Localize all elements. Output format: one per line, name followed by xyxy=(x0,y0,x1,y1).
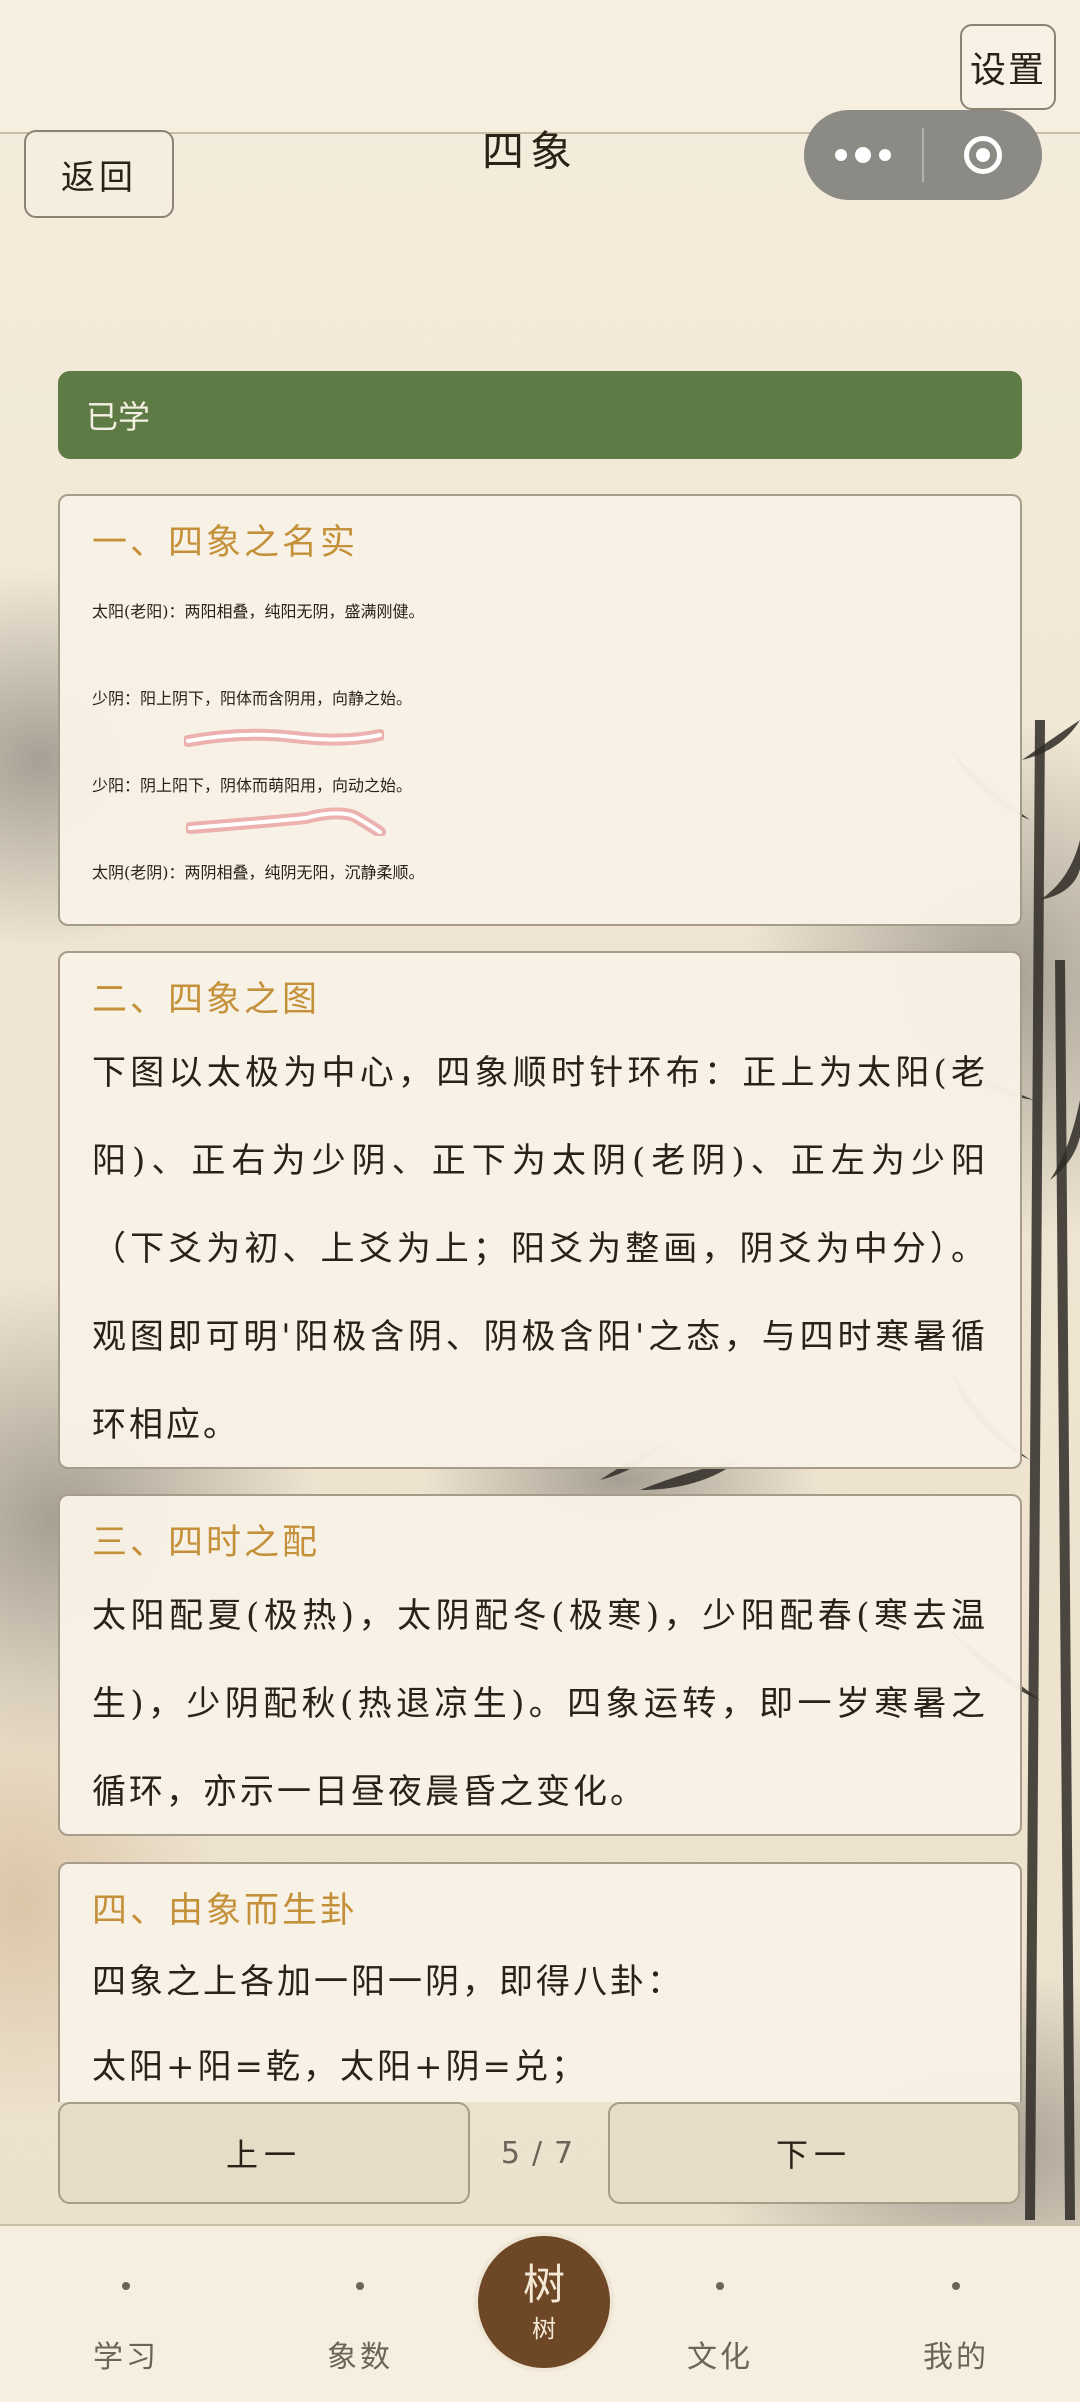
miniprogram-capsule xyxy=(804,110,1042,200)
more-menu-button[interactable] xyxy=(804,110,922,200)
tab-tree-center-button[interactable]: 树 树 xyxy=(474,2232,614,2372)
learned-status-label: 已学 xyxy=(86,398,151,436)
section-line: 四象之上各加一阳一阴，即得八卦： xyxy=(92,1962,684,2002)
prev-page-button[interactable]: 上一 xyxy=(58,2102,470,2204)
settings-button[interactable]: 设置 xyxy=(960,24,1056,110)
more-icon xyxy=(835,149,847,161)
section-line: 太阴(老阴)：两阴相叠，纯阴无阳，沉静柔顺。 xyxy=(92,863,425,882)
target-close-icon xyxy=(964,136,1002,174)
section-heading: 一、四象之名实 xyxy=(92,523,359,563)
tab-dot-icon xyxy=(356,2282,364,2290)
next-page-button[interactable]: 下一 xyxy=(608,2102,1020,2204)
section-paragraph: 下图以太极为中心，四象顺时针环布：正上为太阳(老阳)、正右为少阴、正下为太阴(老… xyxy=(92,1053,988,1445)
section-line: 太阳(老阳)：两阳相叠，纯阳无阴，盛满刚健。 xyxy=(92,602,425,621)
tab-mine[interactable]: 我的 xyxy=(886,2226,1026,2402)
section-heading: 二、四象之图 xyxy=(92,980,321,1020)
tab-dot-icon xyxy=(952,2282,960,2290)
section-line: 少阴：阳上阴下，阳体而含阴用，向静之始。 xyxy=(92,655,988,747)
tab-dot-icon xyxy=(122,2282,130,2290)
section-paragraph: 太阳配夏(极热)，太阴配冬(极寒)，少阳配春(寒去温生)，少阴配秋(热退凉生)。… xyxy=(92,1596,988,1812)
tab-culture[interactable]: 文化 xyxy=(650,2226,790,2402)
tab-study[interactable]: 学习 xyxy=(56,2226,196,2402)
back-button[interactable]: 返回 xyxy=(24,130,174,218)
section-line: 少阳：阴上阳下，阴体而萌阳用，向动之始。 xyxy=(92,742,988,836)
highlight-underline-marker xyxy=(186,807,386,836)
section-card-trigrams: 四、由象而生卦 四象之上各加一阳一阴，即得八卦： 太阳+阳=乾，太阳+阴=兑； xyxy=(58,1862,1022,2102)
learned-status-bar: 已学 xyxy=(58,371,1022,459)
section-heading: 四、由象而生卦 xyxy=(92,1891,359,1931)
section-heading: 三、四时之配 xyxy=(92,1523,321,1563)
current-page: 5 xyxy=(500,2135,524,2171)
section-card-names: 一、四象之名实 太阳(老阳)：两阳相叠，纯阳无阴，盛满刚健。 少阴：阳上阴下，阳… xyxy=(58,494,1022,926)
tab-dot-icon xyxy=(716,2282,724,2290)
total-pages: 7 xyxy=(554,2135,578,2171)
page-indicator: 5 / 7 xyxy=(500,2135,578,2171)
section-card-seasons: 三、四时之配 太阳配夏(极热)，太阴配冬(极寒)，少阳配春(寒去温生)，少阴配秋… xyxy=(58,1494,1022,1836)
tree-icon: 树 xyxy=(522,2260,565,2309)
section-line: 太阳+阳=乾，太阳+阴=兑； xyxy=(92,2047,588,2087)
close-miniprogram-button[interactable] xyxy=(924,136,1042,174)
tab-xiangshu[interactable]: 象数 xyxy=(290,2226,430,2402)
section-card-diagram: 二、四象之图 下图以太极为中心，四象顺时针环布：正上为太阳(老阳)、正右为少阴、… xyxy=(58,951,1022,1469)
